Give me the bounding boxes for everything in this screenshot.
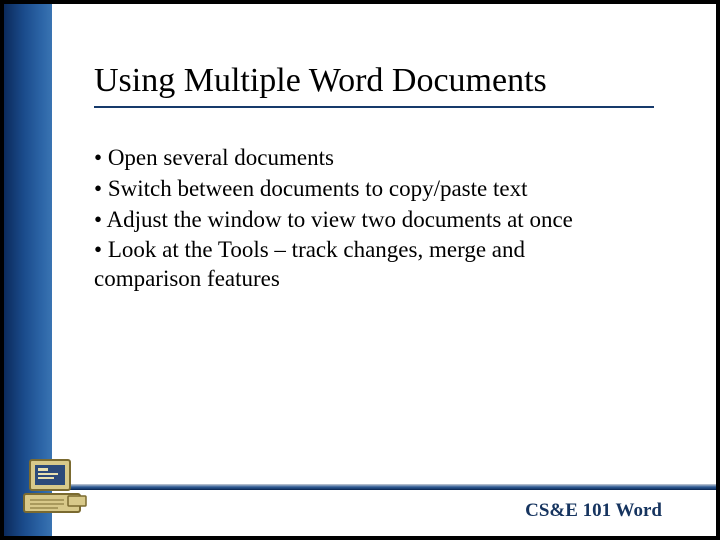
bullet-text: Adjust the window to view two documents …: [107, 207, 573, 232]
slide: Using Multiple Word Documents • Open sev…: [4, 4, 716, 536]
bullet-list: • Open several documents • Switch betwee…: [94, 144, 634, 294]
bullet-item: • Switch between documents to copy/paste…: [94, 175, 634, 204]
slide-title: Using Multiple Word Documents: [94, 62, 668, 100]
bullet-text: Open several documents: [108, 145, 334, 170]
bullet-item: • Look at the Tools – track changes, mer…: [94, 236, 634, 294]
bottom-rule: [52, 484, 716, 490]
bullet-text: Switch between documents to copy/paste t…: [108, 176, 528, 201]
bullet-item: • Open several documents: [94, 144, 634, 173]
bullet-item: • Adjust the window to view two document…: [94, 206, 634, 235]
computer-icon: [20, 456, 92, 520]
title-underline: [94, 106, 654, 108]
slide-content: Using Multiple Word Documents • Open sev…: [94, 62, 668, 296]
bullet-text: Look at the Tools – track changes, merge…: [94, 237, 525, 291]
footer-text: CS&E 101 Word: [525, 500, 662, 522]
